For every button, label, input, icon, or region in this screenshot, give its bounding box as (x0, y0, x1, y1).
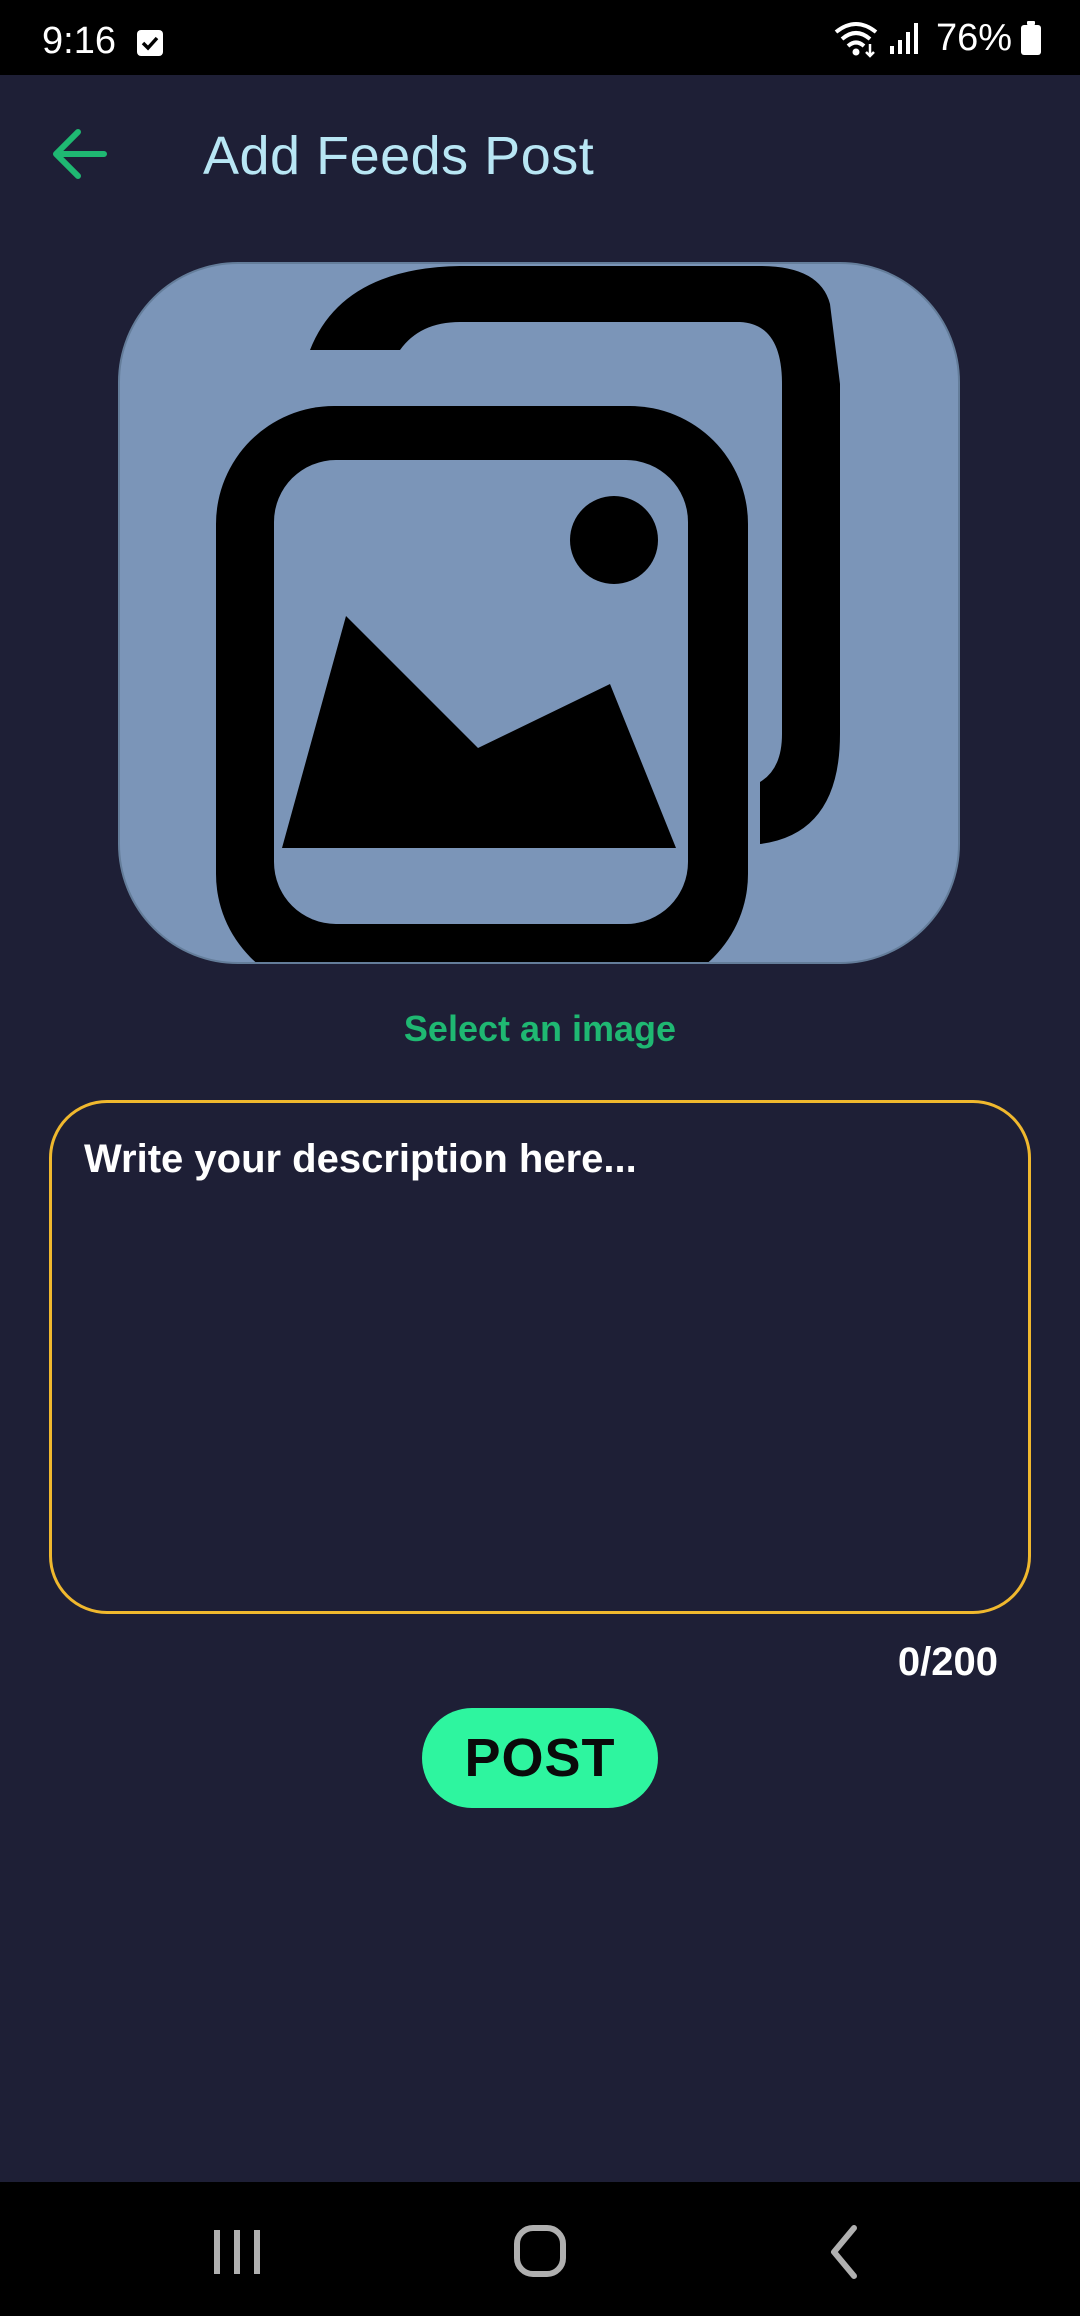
description-input[interactable] (82, 1135, 1006, 1579)
system-nav-bar (0, 2182, 1080, 2316)
character-counter: 0/200 (897, 1640, 998, 1684)
app-bar: Add Feeds Post (0, 75, 1080, 235)
status-time: 9:16 (42, 20, 116, 62)
task-check-icon (137, 30, 163, 56)
home-icon (514, 2225, 566, 2277)
status-right-group: 76% (832, 16, 1042, 60)
recents-button[interactable] (177, 2202, 297, 2302)
select-image-link[interactable]: Select an image (0, 1008, 1080, 1050)
status-bar: 9:16 76% (0, 0, 1080, 75)
back-button[interactable] (782, 2202, 902, 2302)
home-button[interactable] (480, 2202, 600, 2302)
page-title: Add Feeds Post (203, 126, 595, 186)
image-gallery-icon (216, 266, 840, 962)
battery-icon (1021, 21, 1041, 55)
signal-icon (889, 23, 918, 54)
arrow-left-icon[interactable] (48, 125, 110, 183)
image-picker[interactable] (118, 262, 960, 964)
description-field-container (49, 1100, 1031, 1614)
battery-percentage: 76% (935, 16, 1012, 59)
wifi-icon (834, 22, 878, 58)
recents-icon (214, 2230, 260, 2274)
back-icon (831, 2225, 857, 2279)
post-button[interactable]: POST (422, 1708, 658, 1808)
